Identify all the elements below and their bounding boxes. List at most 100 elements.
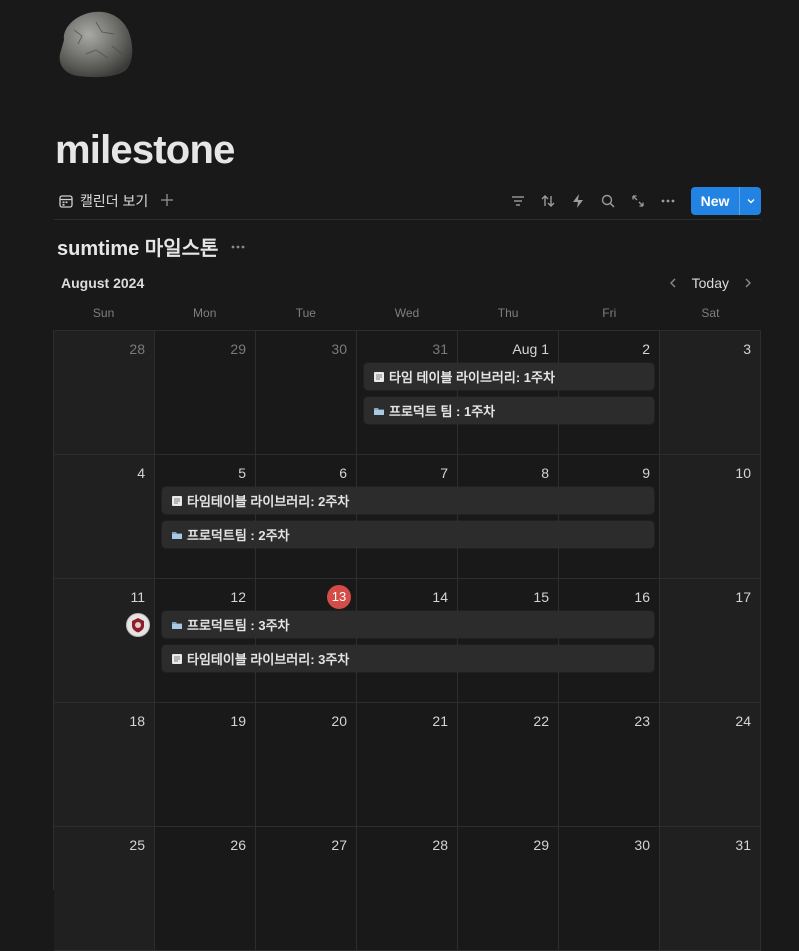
calendar-day-cell[interactable]: 21 — [357, 703, 458, 827]
calendar-day-cell[interactable]: 6 — [256, 455, 357, 579]
sort-button[interactable] — [533, 186, 563, 216]
add-view-button[interactable] — [158, 191, 176, 209]
day-number: 20 — [331, 713, 347, 729]
calendar-event[interactable]: 프로덕트 팀 : 1주차 — [364, 397, 654, 424]
calendar-day-cell[interactable]: 10 — [660, 455, 761, 579]
day-number: 2 — [642, 341, 650, 357]
calendar-event[interactable]: 프로덕트팀 : 3주차 — [162, 611, 654, 638]
page-title[interactable]: milestone — [55, 128, 235, 173]
event-title: 타임 테이블 라이브러리: 1주차 — [389, 370, 555, 385]
tab-label: 캘린더 보기 — [80, 193, 149, 209]
calendar-week: 11 12 13 14 15 16 17 프로덕트팀 : 3주차 타임테이블 라… — [54, 579, 761, 703]
note-icon — [372, 370, 385, 383]
calendar-day-cell[interactable]: 29 — [458, 827, 559, 951]
day-number: 19 — [230, 713, 246, 729]
next-month-button[interactable] — [737, 272, 759, 294]
calendar-day-cell[interactable]: 22 — [458, 703, 559, 827]
new-dropdown-button[interactable] — [739, 187, 761, 215]
previous-month-button[interactable] — [662, 272, 684, 294]
calendar-day-cell[interactable]: 28 — [357, 827, 458, 951]
more-options-button[interactable] — [653, 186, 683, 216]
filter-button[interactable] — [503, 186, 533, 216]
toolbar: New — [503, 186, 761, 216]
avatar[interactable] — [126, 613, 150, 637]
calendar-event[interactable]: 타임테이블 라이브러리: 3주차 — [162, 645, 654, 672]
expand-button[interactable] — [623, 186, 653, 216]
calendar-week: 25 26 27 28 29 30 31 — [54, 827, 761, 951]
view-bar: 캘린더 보기 New — [54, 186, 761, 220]
weekday-label: Sun — [92, 306, 115, 320]
calendar-day-cell[interactable]: 4 — [54, 455, 155, 579]
calendar-day-cell[interactable]: 7 — [357, 455, 458, 579]
calendar-navigation: Today — [662, 272, 759, 294]
calendar-day-cell[interactable]: 11 — [54, 579, 155, 703]
day-number: 11 — [130, 589, 145, 605]
day-number: 31 — [432, 341, 448, 357]
weekday-label: Wed — [394, 306, 420, 320]
calendar-day-cell[interactable]: 2 — [559, 331, 660, 455]
weekday-label: Thu — [497, 306, 519, 320]
search-button[interactable] — [593, 186, 623, 216]
calendar-day-cell[interactable]: 5 — [155, 455, 256, 579]
weekday-header: Sun Mon Tue Wed Thu Fri Sat — [53, 306, 761, 324]
more-horizontal-icon — [661, 199, 675, 203]
calendar-day-cell[interactable]: Aug 1 — [458, 331, 559, 455]
expand-icon — [632, 195, 644, 207]
day-number: 5 — [238, 465, 246, 481]
day-number: 28 — [129, 341, 145, 357]
tab-calendar-view[interactable]: 캘린더 보기 — [58, 190, 148, 212]
calendar-day-cell[interactable]: 27 — [256, 827, 357, 951]
day-number: 14 — [432, 589, 448, 605]
day-number: 29 — [230, 341, 246, 357]
folder-icon — [170, 528, 183, 541]
calendar-event[interactable]: 타임테이블 라이브러리: 2주차 — [162, 487, 654, 514]
database-title[interactable]: sumtime 마일스톤 — [57, 232, 218, 261]
calendar-day-cell[interactable]: 8 — [458, 455, 559, 579]
new-button[interactable]: New — [691, 187, 761, 215]
calendar-day-cell[interactable]: 23 — [559, 703, 660, 827]
day-number: 26 — [230, 837, 246, 853]
day-number: 10 — [735, 465, 751, 481]
calendar-day-cell[interactable]: 12 — [155, 579, 256, 703]
event-title: 타임테이블 라이브러리: 2주차 — [187, 494, 350, 509]
calendar-day-cell[interactable]: 30 — [256, 331, 357, 455]
calendar-day-cell[interactable]: 16 — [559, 579, 660, 703]
calendar-day-cell[interactable]: 17 — [660, 579, 761, 703]
day-number: 30 — [331, 341, 347, 357]
calendar-day-cell[interactable]: 15 — [458, 579, 559, 703]
calendar-day-cell[interactable]: 26 — [155, 827, 256, 951]
calendar-day-cell[interactable]: 14 — [357, 579, 458, 703]
calendar-event[interactable]: 타임 테이블 라이브러리: 1주차 — [364, 363, 654, 390]
calendar-day-cell[interactable]: 9 — [559, 455, 660, 579]
database-more-button[interactable] — [230, 238, 248, 256]
calendar-day-cell[interactable]: 24 — [660, 703, 761, 827]
calendar-day-cell[interactable]: 28 — [54, 331, 155, 455]
day-number: 29 — [533, 837, 549, 853]
page-icon[interactable] — [56, 10, 136, 80]
calendar-day-cell[interactable]: 19 — [155, 703, 256, 827]
day-number: Aug 1 — [512, 341, 549, 357]
database-title-row: sumtime 마일스톤 — [57, 232, 248, 261]
calendar-day-cell[interactable]: 31 — [660, 827, 761, 951]
calendar-week: 4 5 6 7 8 9 10 타임테이블 라이브러리: 2주차 프로덕트팀 : … — [54, 455, 761, 579]
calendar-day-cell[interactable]: 18 — [54, 703, 155, 827]
event-title: 프로덕트팀 : 2주차 — [187, 528, 290, 543]
today-marker: 13 — [327, 585, 351, 609]
calendar-day-cell[interactable]: 13 — [256, 579, 357, 703]
calendar-day-cell[interactable]: 3 — [660, 331, 761, 455]
calendar-day-cell[interactable]: 25 — [54, 827, 155, 951]
calendar-day-cell[interactable]: 20 — [256, 703, 357, 827]
more-horizontal-icon — [232, 245, 245, 248]
calendar-day-cell[interactable]: 29 — [155, 331, 256, 455]
day-number: 28 — [432, 837, 448, 853]
day-number: 3 — [743, 341, 751, 357]
day-number: 15 — [533, 589, 549, 605]
calendar-day-cell[interactable]: 30 — [559, 827, 660, 951]
filter-icon — [512, 196, 524, 206]
automation-button[interactable] — [563, 186, 593, 216]
calendar-day-cell[interactable]: 31 — [357, 331, 458, 455]
calendar-event[interactable]: 프로덕트팀 : 2주차 — [162, 521, 654, 548]
day-number: 9 — [642, 465, 650, 481]
calendar-icon — [58, 193, 74, 209]
today-button[interactable]: Today — [690, 275, 731, 291]
